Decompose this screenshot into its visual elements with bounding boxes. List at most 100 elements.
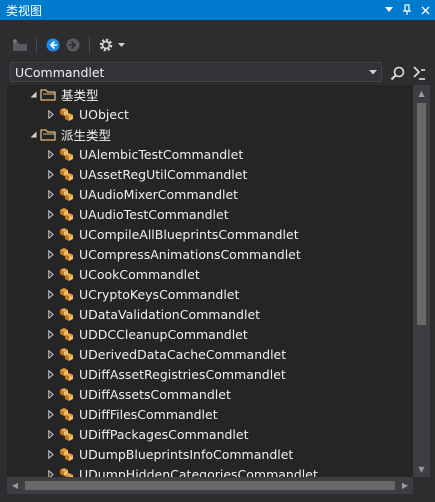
collapsed-arrow-icon[interactable] — [45, 364, 57, 384]
pin-icon[interactable] — [399, 0, 415, 20]
back-arrow-icon[interactable] — [43, 35, 63, 55]
tree-item-derived-type[interactable]: UDerivedDataCacheCommandlet — [7, 344, 413, 364]
horizontal-scroll-thumb[interactable] — [25, 481, 395, 490]
browse-icon[interactable] — [409, 63, 429, 83]
scroll-up-icon[interactable]: ▲ — [413, 85, 430, 101]
class-icon — [57, 144, 75, 164]
search-input[interactable]: UCommandlet — [11, 65, 365, 80]
collapsed-arrow-icon[interactable] — [45, 324, 57, 344]
class-icon — [57, 384, 75, 404]
tree-item-derived-type[interactable]: UCookCommandlet — [7, 264, 413, 284]
search-icon[interactable] — [387, 63, 407, 83]
class-icon — [57, 224, 75, 244]
tree-item-label: UDiffAssetRegistriesCommandlet — [79, 366, 286, 382]
folder-icon — [39, 124, 57, 144]
collapsed-arrow-icon[interactable] — [45, 424, 57, 444]
chevron-down-icon[interactable] — [381, 0, 397, 20]
tree-item-derived-type[interactable]: UDiffAssetsCommandlet — [7, 384, 413, 404]
class-icon — [57, 344, 75, 364]
class-icon — [57, 284, 75, 304]
collapsed-arrow-icon[interactable] — [45, 404, 57, 424]
scroll-right-icon[interactable]: ▶ — [397, 477, 413, 494]
class-icon — [57, 244, 75, 264]
tree-item-derived-type[interactable]: UDiffPackagesCommandlet — [7, 424, 413, 444]
vertical-scroll-thumb[interactable] — [417, 103, 426, 325]
tree-item-label: UDiffFilesCommandlet — [79, 406, 218, 422]
class-icon — [57, 364, 75, 384]
collapsed-arrow-icon[interactable] — [45, 384, 57, 404]
collapsed-arrow-icon[interactable] — [45, 244, 57, 264]
class-tree[interactable]: 基类型 UObject 派生类型 UAlembicTestCommandlet UAss… — [7, 85, 413, 477]
collapsed-arrow-icon[interactable] — [45, 104, 57, 124]
tree-item-label: UCompressAnimationsCommandlet — [79, 246, 301, 262]
class-icon — [57, 204, 75, 224]
tree-item-label: UDiffAssetsCommandlet — [79, 386, 231, 402]
scroll-down-icon[interactable]: ▼ — [413, 461, 430, 477]
close-icon[interactable] — [417, 0, 433, 20]
class-icon — [57, 104, 75, 124]
search-combobox[interactable]: UCommandlet — [10, 62, 382, 82]
tree-item-derived-type[interactable]: UAudioMixerCommandlet — [7, 184, 413, 204]
tree-item-label: UDumpHiddenCategoriesCommandlet — [79, 466, 318, 478]
tree-item-derived-type[interactable]: UDiffFilesCommandlet — [7, 404, 413, 424]
collapsed-arrow-icon[interactable] — [45, 344, 57, 364]
expanded-arrow-icon[interactable] — [27, 124, 39, 144]
tree-item-label: UAudioMixerCommandlet — [79, 186, 239, 202]
collapsed-arrow-icon[interactable] — [45, 144, 57, 164]
title-bar: 类视图 — [0, 0, 435, 20]
toolbar-separator — [36, 37, 37, 53]
expanded-arrow-icon[interactable] — [27, 85, 39, 104]
chevron-down-icon[interactable] — [365, 68, 381, 77]
tree-item-label: 派生类型 — [61, 127, 112, 143]
tree-item-derived-type[interactable]: UCryptoKeysCommandlet — [7, 284, 413, 304]
tree-item-label: UDumpBlueprintsInfoCommandlet — [79, 446, 294, 462]
tree-item-derived-type[interactable]: UCompressAnimationsCommandlet — [7, 244, 413, 264]
class-icon — [57, 424, 75, 444]
tree-group-derived-types[interactable]: 派生类型 — [7, 124, 413, 144]
tree-item-derived-type[interactable]: UAudioTestCommandlet — [7, 204, 413, 224]
class-icon — [57, 444, 75, 464]
tree-item-label: UCryptoKeysCommandlet — [79, 286, 240, 302]
tree-item-label: UObject — [79, 106, 129, 122]
tree-group-base-types[interactable]: 基类型 — [7, 85, 413, 104]
collapsed-arrow-icon[interactable] — [45, 204, 57, 224]
tree-item-label: UDataValidationCommandlet — [79, 306, 261, 322]
gear-icon[interactable] — [96, 35, 116, 55]
class-icon — [57, 404, 75, 424]
collapsed-arrow-icon[interactable] — [45, 264, 57, 284]
class-icon — [57, 164, 75, 184]
new-folder-icon[interactable] — [10, 35, 30, 55]
collapsed-arrow-icon[interactable] — [45, 184, 57, 204]
collapsed-arrow-icon[interactable] — [45, 164, 57, 184]
collapsed-arrow-icon[interactable] — [45, 224, 57, 244]
class-icon — [57, 464, 75, 477]
tree-item-derived-type[interactable]: UDataValidationCommandlet — [7, 304, 413, 324]
class-icon — [57, 264, 75, 284]
class-icon — [57, 304, 75, 324]
scroll-corner — [413, 477, 430, 494]
tree-item-derived-type[interactable]: UDiffAssetRegistriesCommandlet — [7, 364, 413, 384]
tree-item-label: UAudioTestCommandlet — [79, 206, 229, 222]
tree-item-label: UDiffPackagesCommandlet — [79, 426, 249, 442]
search-row: UCommandlet — [0, 60, 435, 84]
tree-item-derived-type[interactable]: UDumpHiddenCategoriesCommandlet — [7, 464, 413, 477]
collapsed-arrow-icon[interactable] — [45, 304, 57, 324]
tree-item-label: 基类型 — [61, 87, 99, 103]
tree-item-derived-type[interactable]: UAssetRegUtilCommandlet — [7, 164, 413, 184]
vertical-scrollbar[interactable]: ▲ ▼ — [413, 85, 430, 477]
tree-item-label: UDerivedDataCacheCommandlet — [79, 346, 287, 362]
horizontal-scrollbar[interactable]: ◀ ▶ — [7, 477, 413, 494]
scroll-left-icon[interactable]: ◀ — [7, 477, 23, 494]
tree-item-derived-type[interactable]: UCompileAllBlueprintsCommandlet — [7, 224, 413, 244]
tree-item-derived-type[interactable]: UDDCCleanupCommandlet — [7, 324, 413, 344]
collapsed-arrow-icon[interactable] — [45, 284, 57, 304]
collapsed-arrow-icon[interactable] — [45, 464, 57, 477]
tree-item-base-type[interactable]: UObject — [7, 104, 413, 124]
tree-item-derived-type[interactable]: UDumpBlueprintsInfoCommandlet — [7, 444, 413, 464]
tree-item-label: UAssetRegUtilCommandlet — [79, 166, 248, 182]
forward-arrow-icon[interactable] — [63, 35, 83, 55]
tree-item-label: UAlembicTestCommandlet — [79, 146, 244, 162]
tree-item-derived-type[interactable]: UAlembicTestCommandlet — [7, 144, 413, 164]
collapsed-arrow-icon[interactable] — [45, 444, 57, 464]
settings-dropdown-icon[interactable] — [116, 35, 126, 55]
